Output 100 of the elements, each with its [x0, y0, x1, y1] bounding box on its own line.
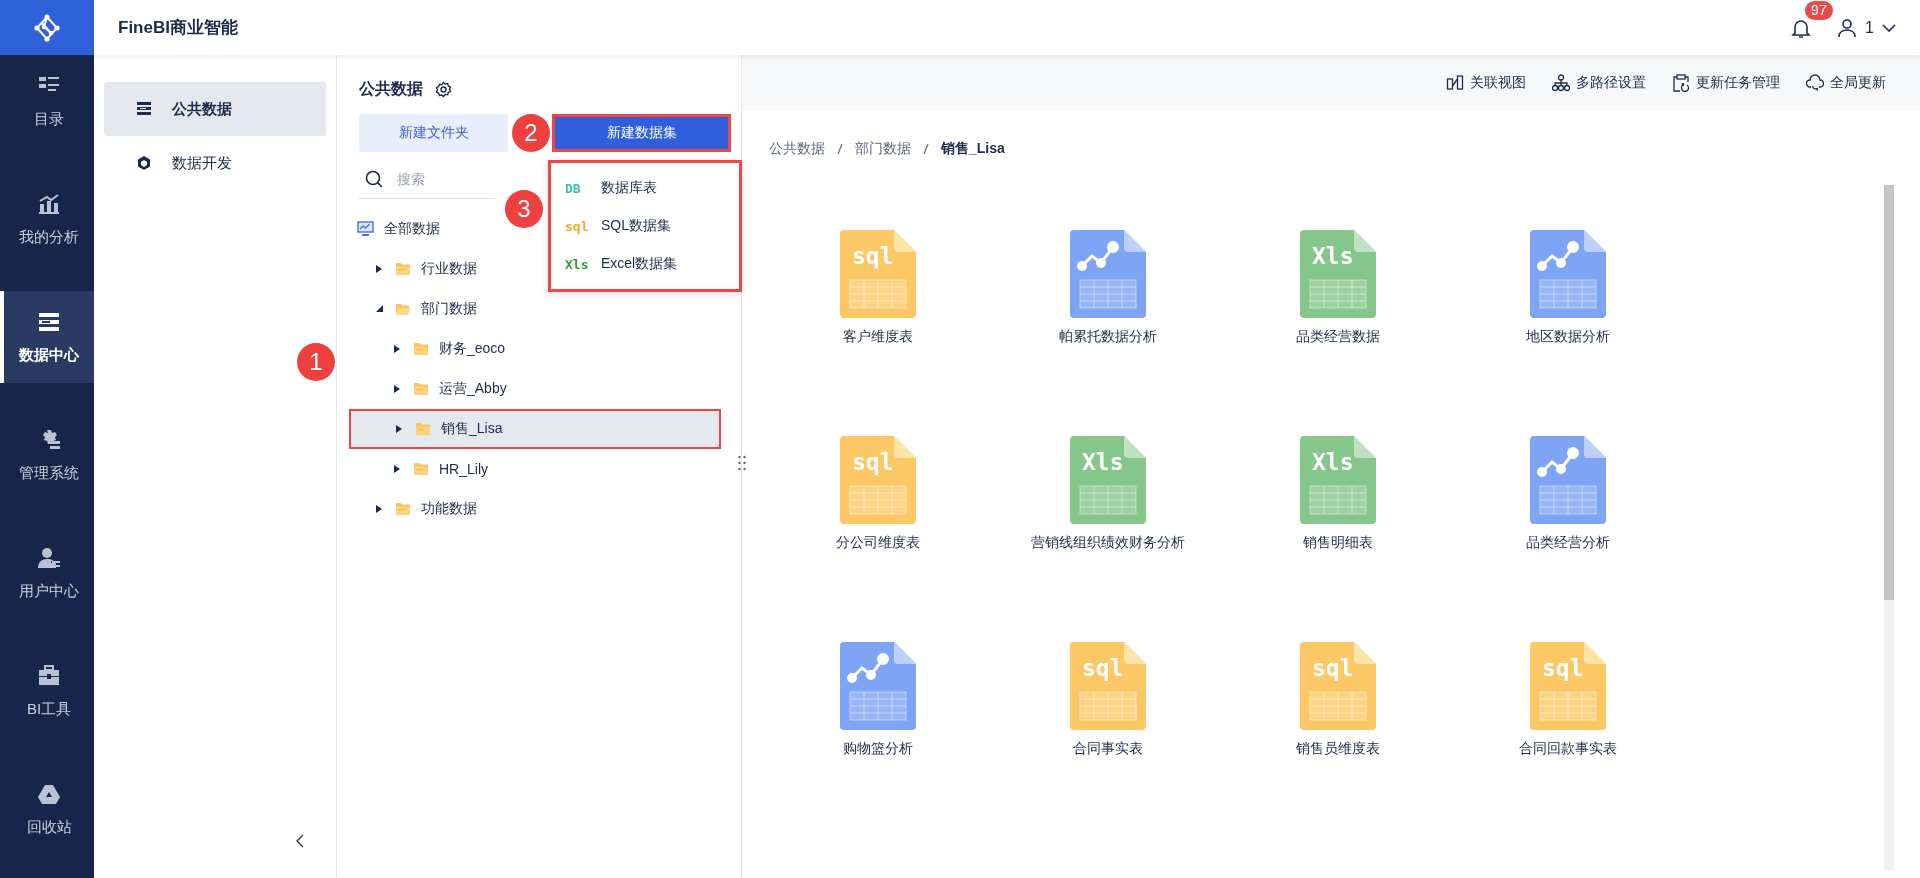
nav-item[interactable]: 目录	[0, 55, 94, 147]
toolbox-icon	[37, 663, 61, 688]
sidebar-item[interactable]: 数据开发	[104, 136, 326, 190]
tree-item[interactable]: 运营_Abby	[349, 369, 721, 409]
sidebar-item-label: 数据开发	[172, 153, 232, 173]
drag-handle-icon	[738, 455, 746, 471]
scrollbar-thumb[interactable]	[1884, 185, 1894, 600]
step-badge: 1	[297, 343, 335, 381]
breadcrumb-item[interactable]: 公共数据	[769, 140, 825, 158]
folder-icon	[415, 422, 431, 436]
nav-label: 管理系统	[19, 463, 79, 483]
menu-item-label: 数据库表	[601, 179, 657, 197]
database-icon	[136, 101, 152, 117]
chart-file-icon	[1530, 436, 1606, 524]
menu-item[interactable]: sql SQL数据集	[551, 207, 739, 245]
settings-button[interactable]	[435, 81, 452, 98]
tree-item[interactable]: 功能数据	[349, 489, 721, 529]
tree-item-label: 部门数据	[421, 300, 477, 318]
open-folder-icon	[395, 302, 411, 316]
toolbar-button[interactable]: 多路径设置	[1552, 73, 1646, 92]
chevron-left-icon	[296, 834, 304, 848]
app-title: FineBI商业智能	[118, 17, 238, 39]
tree-item-label: 行业数据	[421, 260, 477, 278]
dataset-name[interactable]: 分公司维度表	[836, 534, 920, 552]
step-badge: 3	[505, 190, 543, 228]
chevron-down-icon	[1882, 23, 1896, 32]
nav-item[interactable]: 管理系统	[0, 409, 94, 501]
tree-item-label: 全部数据	[384, 220, 440, 238]
nav-item[interactable]: BI工具	[0, 645, 94, 737]
toolbar-button-label: 全局更新	[1830, 73, 1886, 92]
toolbar-button-label: 多路径设置	[1576, 73, 1646, 92]
cloud-refresh-icon	[1806, 73, 1824, 92]
spreadsheet-file-icon: sql	[840, 230, 916, 318]
tree-item[interactable]: HR_Lily	[349, 449, 721, 489]
search-icon	[365, 170, 383, 188]
dataset-name[interactable]: 销售员维度表	[1296, 740, 1380, 758]
tree-item[interactable]: 销售_Lisa	[349, 409, 721, 449]
dataset-name[interactable]: 合同事实表	[1073, 740, 1143, 758]
toolbar-button[interactable]: 全局更新	[1806, 73, 1886, 92]
tree-item[interactable]: 部门数据	[349, 289, 721, 329]
dataset-name[interactable]: 营销线组织绩效财务分析	[1031, 534, 1185, 552]
file-type-icon: sql	[565, 218, 587, 234]
logo[interactable]	[0, 0, 94, 55]
chart-file-icon	[1530, 230, 1606, 318]
tree-item[interactable]: 财务_eoco	[349, 329, 721, 369]
toolbar-button-label: 更新任务管理	[1696, 73, 1780, 92]
sidebar-item[interactable]: 公共数据	[104, 82, 326, 136]
menu-item-label: SQL数据集	[601, 217, 671, 235]
spreadsheet-file-icon: Xls	[1300, 230, 1376, 318]
toolbar-button[interactable]: 关联视图	[1446, 73, 1526, 92]
dataset-name[interactable]: 地区数据分析	[1526, 328, 1610, 346]
tree-item-label: 功能数据	[421, 500, 477, 518]
dataset-name[interactable]: 客户维度表	[843, 328, 913, 346]
nav-item[interactable]: 数据中心	[0, 291, 94, 383]
breadcrumb-item[interactable]: 部门数据	[855, 140, 911, 158]
dataset-name[interactable]: 品类经营数据	[1296, 328, 1380, 346]
folder-icon	[413, 342, 429, 356]
nav-label: 数据中心	[19, 345, 79, 365]
settings-icon	[435, 81, 452, 98]
folder-icon	[395, 502, 411, 516]
folder-icon	[413, 462, 429, 476]
scrollbar[interactable]	[1884, 185, 1894, 870]
nav-label: 回收站	[26, 817, 72, 837]
tree-item-label: 财务_eoco	[439, 340, 506, 358]
hierarchy-icon	[1552, 73, 1570, 92]
menu-item[interactable]: Xls Excel数据集	[551, 245, 739, 283]
cube-icon	[136, 155, 152, 171]
dataset-name[interactable]: 帕累托数据分析	[1059, 328, 1157, 346]
search-field[interactable]: 搜索	[395, 170, 489, 188]
file-type-icon: Xls	[565, 256, 587, 272]
toolbar-button[interactable]: 更新任务管理	[1672, 73, 1780, 92]
breadcrumb-item: 销售_Lisa	[941, 140, 1005, 158]
chart-file-icon	[1070, 230, 1146, 318]
collapse-button[interactable]	[294, 832, 306, 850]
new-folder-button[interactable]: 新建文件夹	[359, 114, 509, 152]
clipboard-refresh-icon	[1672, 73, 1690, 92]
spreadsheet-file-icon: sql	[1070, 642, 1146, 730]
menu-item-label: Excel数据集	[601, 255, 678, 273]
notification-count: 97	[1805, 0, 1833, 20]
menu-item[interactable]: DB 数据库表	[551, 169, 739, 207]
file-type-icon: DB	[565, 180, 587, 196]
dataset-name[interactable]: 合同回款事实表	[1519, 740, 1617, 758]
sidebar-item-label: 公共数据	[172, 99, 232, 119]
user-menu[interactable]: 1	[1837, 17, 1896, 38]
dataset-name[interactable]: 销售明细表	[1303, 534, 1373, 552]
new-dataset-button[interactable]: 新建数据集	[552, 114, 731, 152]
step-badge: 2	[512, 114, 550, 152]
user-icon	[1837, 17, 1858, 38]
nav-item[interactable]: 回收站	[0, 763, 94, 855]
nav-item[interactable]: 用户中心	[0, 527, 94, 619]
folder-icon	[413, 382, 429, 396]
nav-label: 目录	[34, 109, 64, 129]
slash-separator-icon	[837, 143, 843, 155]
nav-item[interactable]: 我的分析	[0, 173, 94, 265]
tree-item-label: 运营_Abby	[439, 380, 507, 398]
chart-file-icon	[840, 642, 916, 730]
dataset-name[interactable]: 品类经营分析	[1526, 534, 1610, 552]
dataset-name[interactable]: 购物篮分析	[843, 740, 913, 758]
slash-separator-icon	[923, 143, 929, 155]
user-name: 1	[1865, 18, 1874, 37]
